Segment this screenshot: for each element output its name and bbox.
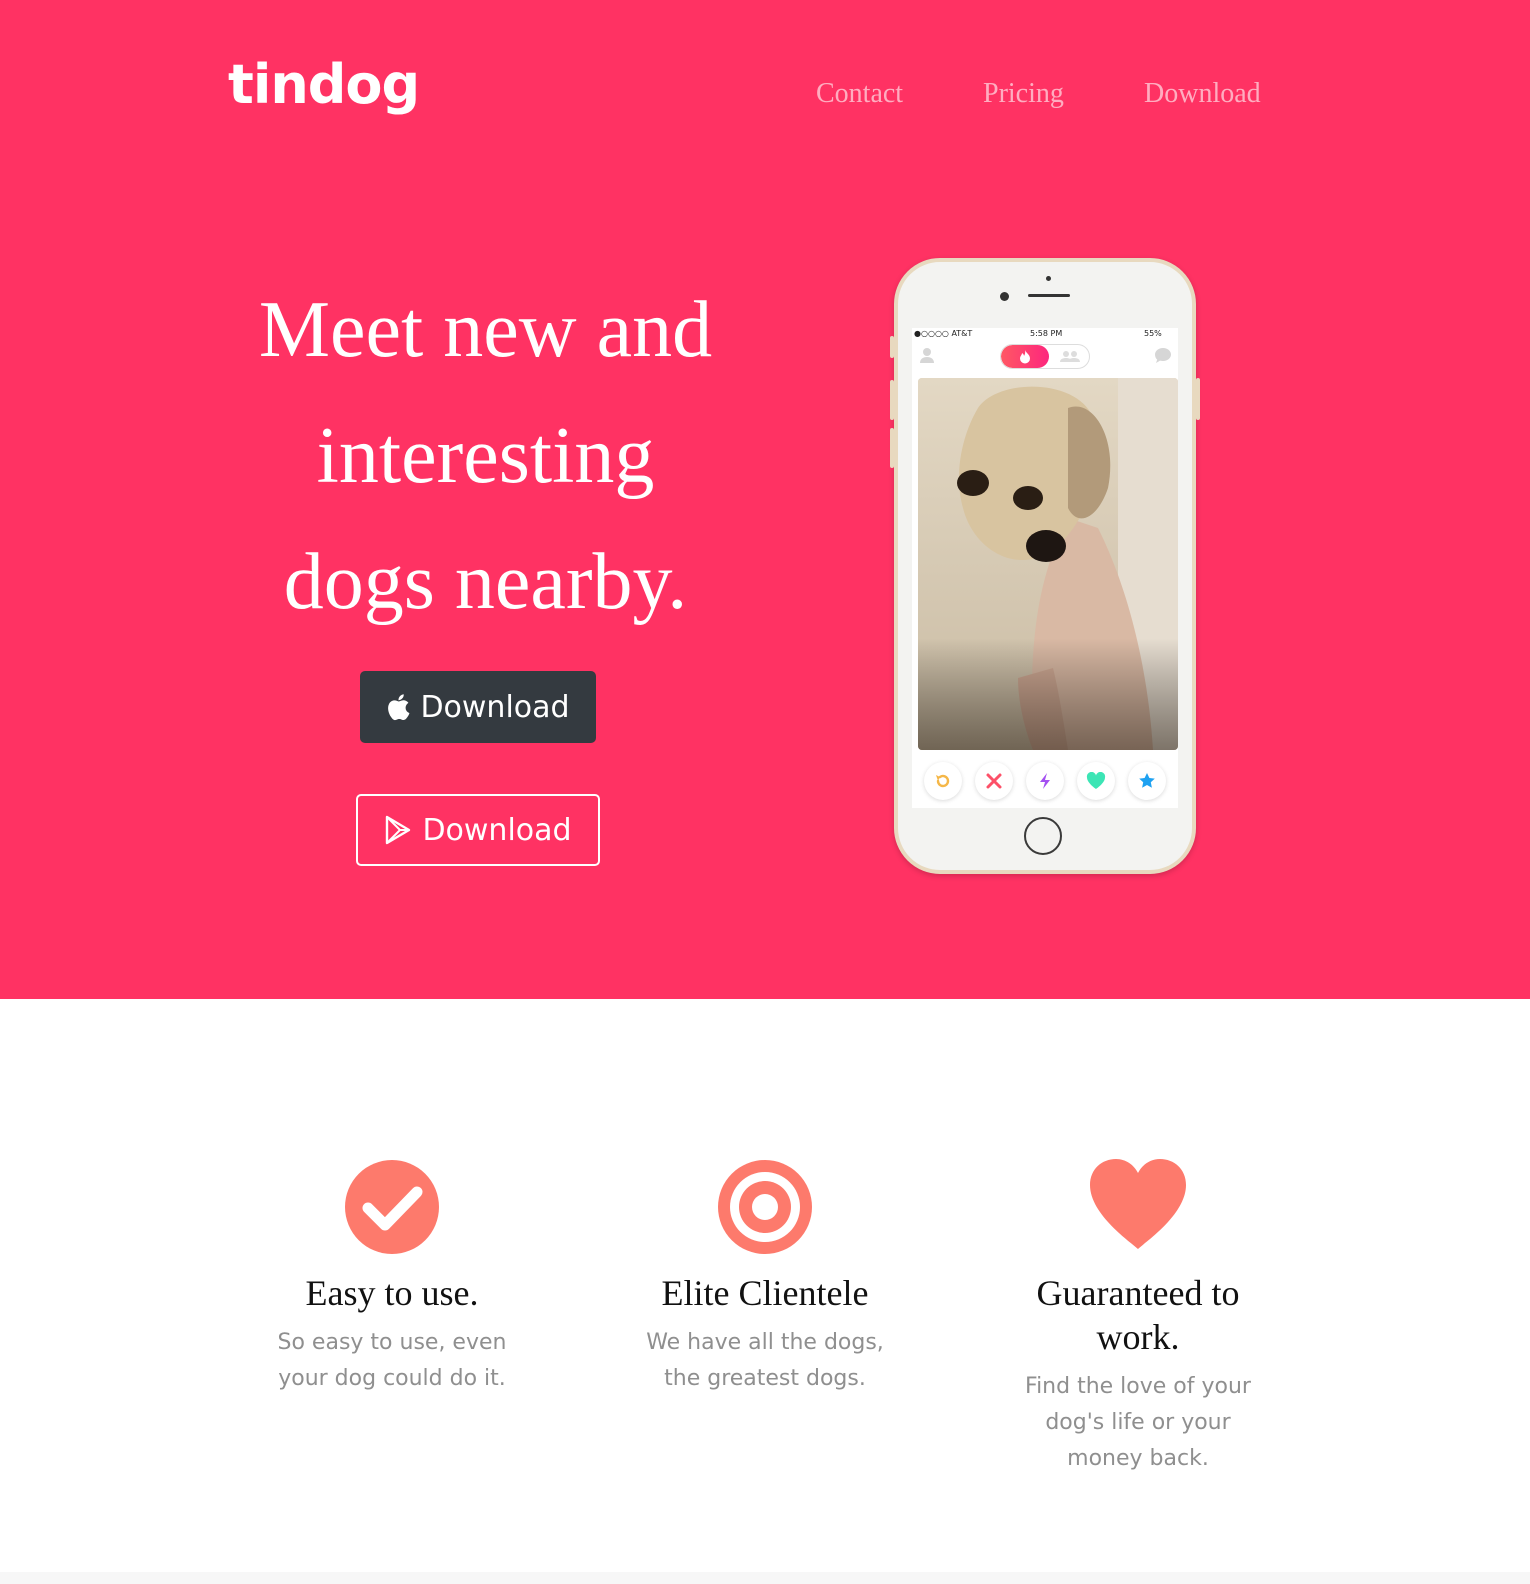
feature-title: Guaranteed to work. xyxy=(1036,1273,1240,1357)
rewind-button[interactable] xyxy=(924,762,962,800)
feature-elite-clientele: Elite Clientele We have all the dogs, th… xyxy=(600,1157,930,1397)
boost-button[interactable] xyxy=(1026,762,1064,800)
feature-title: Elite Clientele xyxy=(661,1273,869,1313)
like-button[interactable] xyxy=(1077,762,1115,800)
bullseye-icon xyxy=(718,1160,812,1254)
feature-description: We have all the dogs, the greatest dogs. xyxy=(646,1330,884,1391)
app-store-download-label: Download xyxy=(420,689,570,725)
discover-toggle[interactable] xyxy=(1000,344,1090,369)
apple-icon xyxy=(386,693,410,721)
phone-volume-up xyxy=(890,380,894,420)
dog-illustration xyxy=(918,378,1178,750)
nav-link-pricing[interactable]: Pricing xyxy=(983,78,1064,110)
hero-section: tindog Contact Pricing Download Meet new… xyxy=(0,0,1530,999)
check-circle-icon xyxy=(345,1160,439,1254)
flame-icon xyxy=(1020,350,1030,364)
phone-screen: ●○○○○ AT&T 5:58 PM 55% xyxy=(912,328,1178,808)
page-bottom-divider xyxy=(0,1572,1530,1584)
dog-profile-photo[interactable] xyxy=(918,378,1178,750)
app-store-download-button[interactable]: Download xyxy=(360,671,596,743)
flame-tab[interactable] xyxy=(1001,345,1049,368)
headline-line-3: dogs nearby. xyxy=(283,538,688,626)
status-carrier: ●○○○○ AT&T xyxy=(914,329,973,338)
google-play-icon xyxy=(384,815,412,845)
feature-description: Find the love of your dog's life or your… xyxy=(1025,1374,1251,1471)
nav-link-contact[interactable]: Contact xyxy=(816,78,903,110)
super-like-button[interactable] xyxy=(1128,762,1166,800)
phone-sensor xyxy=(1046,276,1051,281)
phone-front-camera xyxy=(1000,292,1009,301)
group-icon[interactable] xyxy=(1059,350,1081,363)
status-battery: 55% xyxy=(1144,329,1162,338)
nav-link-download[interactable]: Download xyxy=(1144,78,1261,110)
phone-status-bar: ●○○○○ AT&T 5:58 PM 55% xyxy=(912,328,1178,340)
phone-speaker xyxy=(1028,294,1070,297)
like-icon xyxy=(1086,772,1106,789)
boost-icon xyxy=(1040,773,1050,789)
profile-icon[interactable] xyxy=(918,346,936,364)
google-play-download-button[interactable]: Download xyxy=(356,794,600,866)
feature-description: So easy to use, even your dog could do i… xyxy=(277,1330,507,1391)
top-nav: Contact Pricing Download xyxy=(0,78,1530,114)
phone-home-button xyxy=(1024,817,1062,855)
phone-volume-down xyxy=(890,428,894,468)
rewind-icon xyxy=(936,774,950,788)
status-time: 5:58 PM xyxy=(1030,329,1063,338)
google-play-download-label: Download xyxy=(422,812,572,848)
phone-mockup: ●○○○○ AT&T 5:58 PM 55% xyxy=(890,258,1200,874)
feature-easy-to-use: Easy to use. So easy to use, even your d… xyxy=(227,1157,557,1397)
super-like-icon xyxy=(1139,773,1155,788)
phone-mute-switch xyxy=(890,336,894,358)
nope-icon xyxy=(986,773,1002,789)
phone-power-button xyxy=(1196,378,1200,420)
nope-button[interactable] xyxy=(975,762,1013,800)
swipe-actions xyxy=(912,758,1178,808)
headline-line-1: Meet new and xyxy=(258,286,713,374)
headline-line-2: interesting xyxy=(316,412,655,500)
heart-icon xyxy=(1090,1159,1186,1249)
features-section: Easy to use. So easy to use, even your d… xyxy=(0,999,1530,1584)
messages-icon[interactable] xyxy=(1154,346,1172,364)
feature-title: Easy to use. xyxy=(305,1273,479,1313)
feature-guaranteed: Guaranteed to work. Find the love of you… xyxy=(973,1157,1303,1477)
hero-headline: Meet new and interesting dogs nearby. xyxy=(238,267,733,645)
